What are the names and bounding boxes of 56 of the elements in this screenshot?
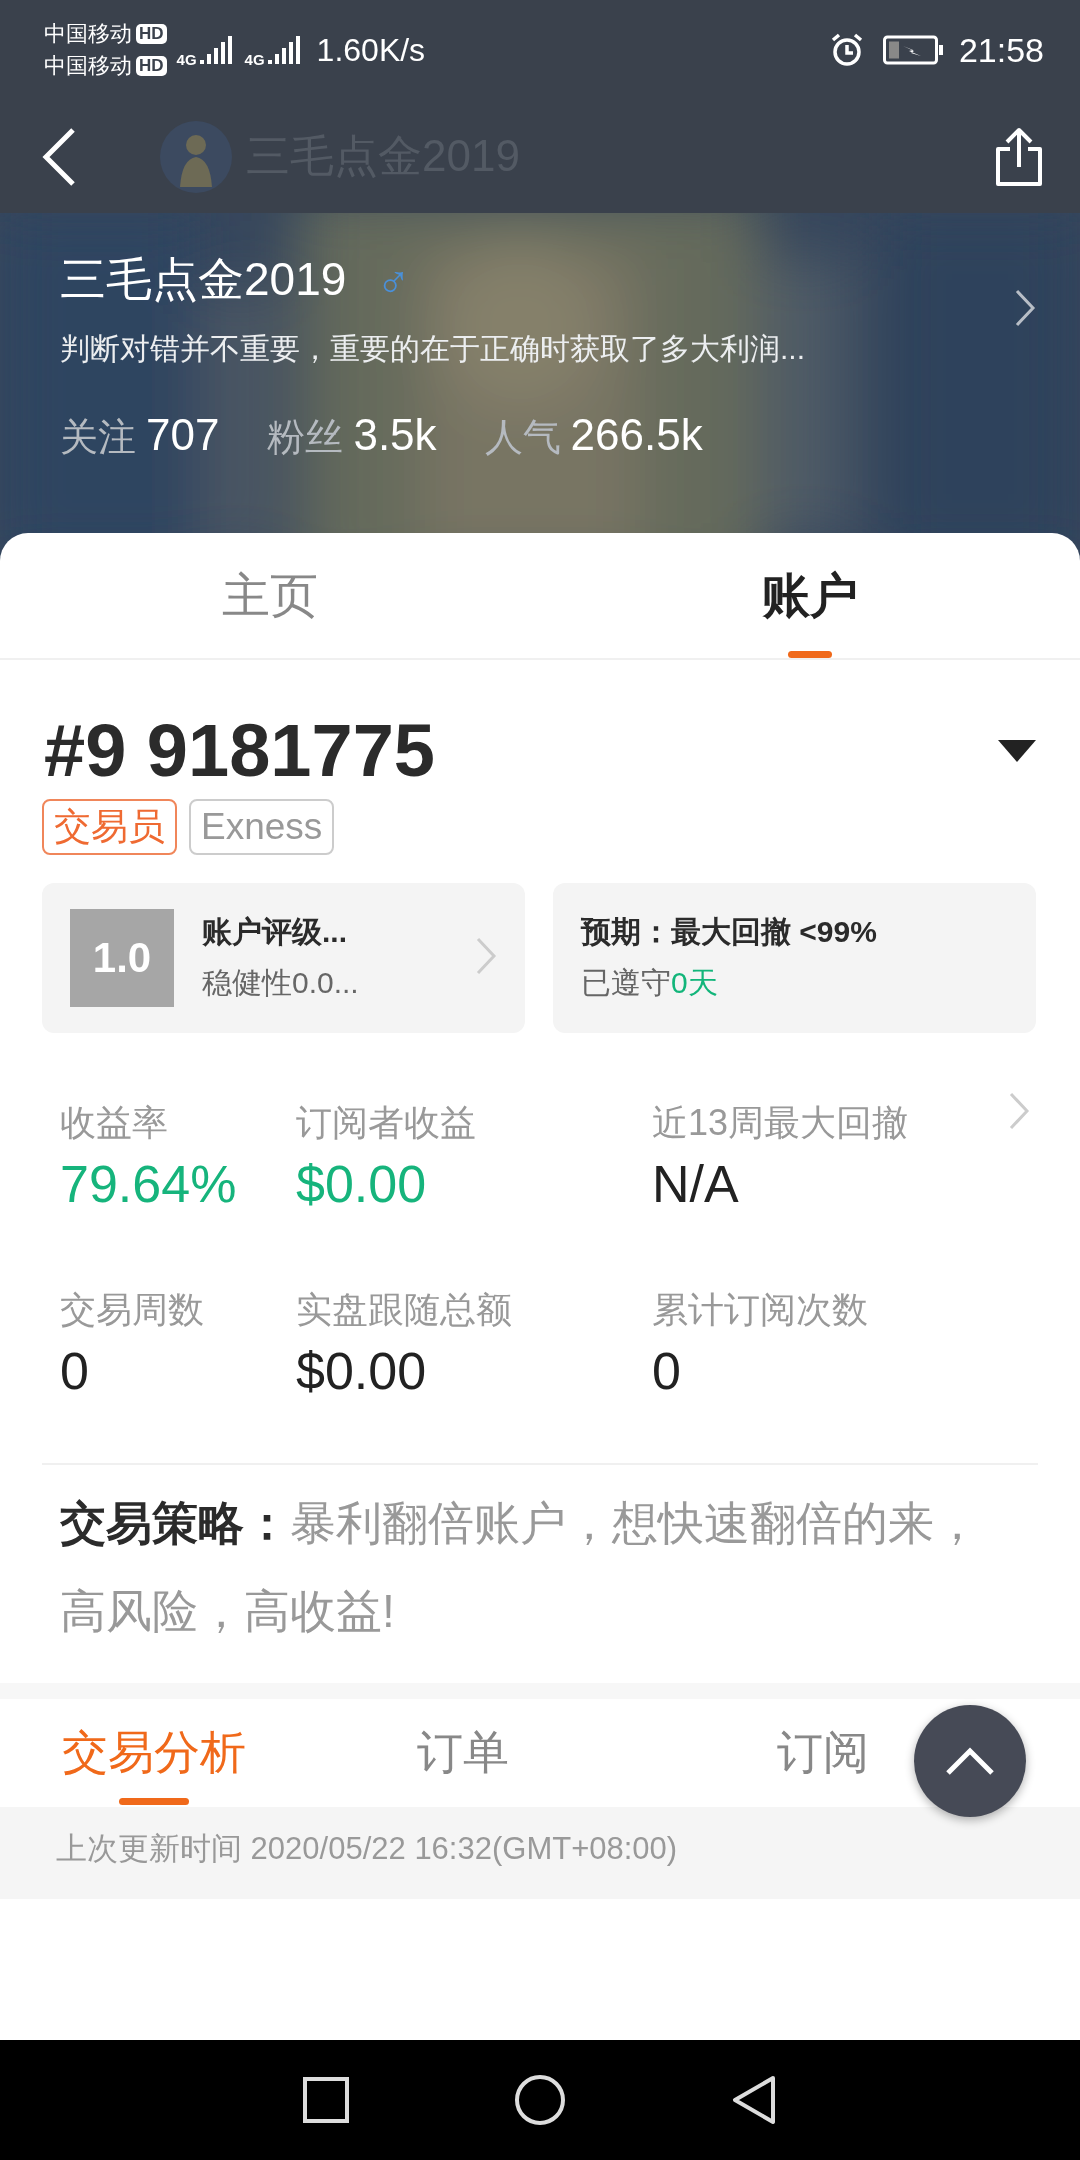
update-time: 上次更新时间 2020/05/22 16:32(GMT+08:00) <box>0 1807 1080 1899</box>
stat-label: 关注 <box>60 415 136 460</box>
stat-value: 266.5k <box>570 410 703 460</box>
strategy-text: 交易策略：暴利翻倍账户，想快速翻倍的来，高风险，高收益! <box>60 1496 981 1639</box>
user-name: 三毛点金2019 <box>60 252 347 307</box>
expectation-title: 预期：最大回撤 <99% <box>581 914 877 950</box>
metric-value: 0 <box>60 1341 90 1401</box>
tab[interactable]: 订单 <box>308 1699 618 1807</box>
tag: Exness <box>189 799 335 855</box>
carrier-name: 中国移动 <box>44 20 132 48</box>
back-icon[interactable] <box>731 2075 777 2125</box>
metric-value: 0 <box>652 1341 682 1401</box>
recent-apps-icon[interactable] <box>303 2077 349 2123</box>
account-number: #9 9181775 <box>44 708 435 793</box>
chevron-right-icon <box>475 936 497 976</box>
compliance-text: 已遵守0天 <box>581 965 719 1001</box>
tab[interactable]: 订阅 <box>617 1699 1080 1807</box>
tab[interactable]: 账户 <box>540 533 1080 658</box>
stat-label: 粉丝 <box>267 415 344 460</box>
tab[interactable]: 主页 <box>0 533 540 658</box>
dropdown-icon[interactable] <box>998 739 1036 762</box>
chevron-up-icon <box>945 1746 995 1776</box>
user-bio: 判断对错并不重要，重要的在于正确时获取了多大利润... <box>60 331 806 367</box>
scroll-top-button[interactable] <box>914 1705 1026 1817</box>
share-icon[interactable] <box>994 126 1044 187</box>
metric-label: 收益率 <box>60 1101 168 1145</box>
tag: 交易员 <box>42 799 177 855</box>
network-speed: 1.60K/s <box>316 31 426 69</box>
rating-score: 1.0 <box>70 909 174 1007</box>
metric-value: $0.00 <box>296 1341 428 1401</box>
hd-badge: HD <box>136 56 167 76</box>
tab[interactable]: 交易分析 <box>0 1699 309 1807</box>
chevron-right-icon <box>1008 1091 1030 1131</box>
rating-card[interactable]: 1.0 账户评级... 稳健性0.0... <box>42 883 525 1033</box>
rating-subtitle: 稳健性0.0... <box>202 965 359 1001</box>
home-icon[interactable] <box>514 2074 566 2126</box>
metric-label: 交易周数 <box>60 1288 204 1332</box>
stat-value: 707 <box>146 410 220 460</box>
metric-label: 实盘跟随总额 <box>296 1288 512 1332</box>
clock-time: 21:58 <box>958 30 1044 70</box>
metric-value: N/A <box>652 1154 740 1214</box>
chevron-right-icon <box>1014 288 1036 328</box>
network-type: 4G <box>176 50 197 68</box>
metric-label: 累计订阅次数 <box>652 1288 868 1332</box>
stat-value: 3.5k <box>353 410 437 460</box>
battery-icon <box>882 35 945 65</box>
metric-value: $0.00 <box>296 1154 428 1214</box>
metric-label: 近13周最大回撤 <box>652 1101 909 1145</box>
rating-title: 账户评级... <box>202 914 348 950</box>
gender-symbol: ♂ <box>376 253 411 307</box>
metric-value: 79.64% <box>60 1154 238 1214</box>
stat-label: 人气 <box>484 415 561 460</box>
network-type: 4G <box>244 50 265 68</box>
carrier-name: 中国移动 <box>44 52 132 80</box>
hd-badge: HD <box>136 24 167 44</box>
metric-label: 订阅者收益 <box>296 1101 476 1145</box>
